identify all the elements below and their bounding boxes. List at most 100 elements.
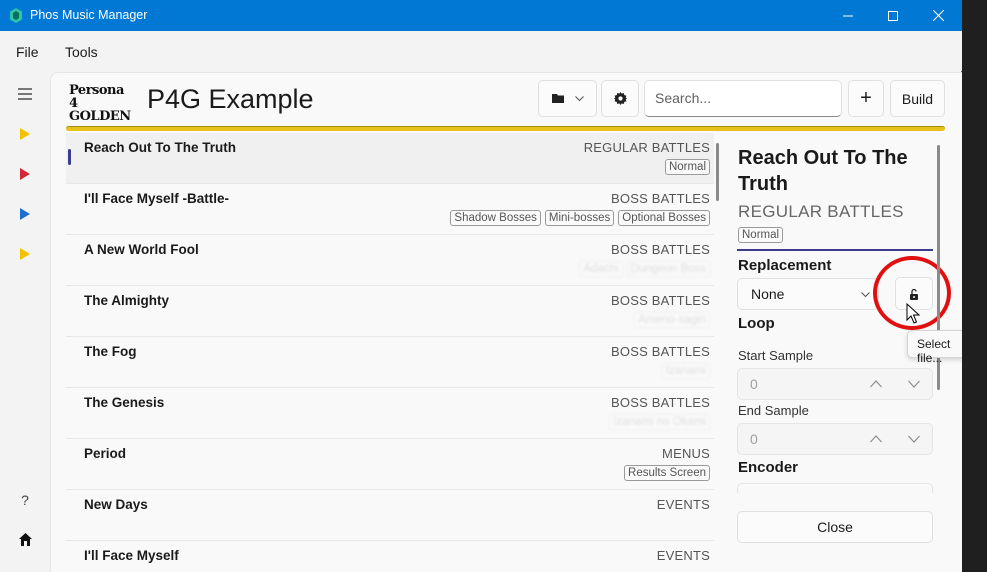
project-title: P4G Example — [147, 84, 314, 114]
replacement-heading: Replacement — [738, 257, 832, 274]
track-name: The Almighty — [84, 293, 170, 308]
menu-file[interactable]: File — [16, 44, 39, 60]
open-folder-button[interactable] — [538, 80, 597, 117]
panel-tag-container: Normal — [738, 225, 784, 243]
track-row[interactable]: A New World Fool BOSS BATTLES Adachi Dungeo… — [66, 235, 714, 286]
track-row[interactable]: The Fog BOSS BATTLES Izanami — [66, 337, 714, 388]
logo-text-top: Persona 4 — [69, 83, 124, 111]
track-tags: Shadow Bosses Mini-bosses Optional Bosses — [450, 210, 710, 226]
end-sample-input[interactable]: 0 — [737, 423, 933, 455]
track-category: BOSS BATTLES — [611, 395, 710, 410]
track-tag: Izanami no Okami — [609, 414, 710, 430]
track-row[interactable]: New Days EVENTS — [66, 490, 714, 541]
folder-icon — [551, 94, 564, 103]
chevron-down-icon — [861, 292, 870, 298]
rail-item-4[interactable] — [12, 241, 38, 267]
encoder-heading: Encoder — [738, 459, 799, 476]
track-list[interactable]: Reach Out To The Truth REGULAR BATTLES Nor… — [66, 133, 714, 572]
track-row[interactable]: The Genesis BOSS BATTLES Izanami no Okami — [66, 388, 714, 439]
logo-text-bottom: GOLDEN — [69, 109, 131, 124]
add-button[interactable]: + — [848, 80, 884, 117]
track-category: BOSS BATTLES — [611, 344, 710, 359]
track-name: I'll Face Myself — [84, 548, 179, 563]
accent-bar — [66, 126, 945, 131]
track-tags: Results Screen — [624, 465, 710, 481]
minimize-icon — [843, 15, 853, 16]
minimize-button[interactable] — [825, 0, 871, 31]
list-scrollbar[interactable] — [716, 143, 719, 201]
track-name: Reach Out To The Truth — [84, 140, 237, 155]
track-name: The Fog — [84, 344, 137, 359]
start-sample-input[interactable]: 0 — [737, 368, 933, 400]
panel-tag: Normal — [738, 227, 784, 243]
track-category: BOSS BATTLES — [611, 242, 710, 257]
menu-icon — [18, 88, 32, 100]
track-tag: Normal — [664, 159, 710, 175]
help-button[interactable]: ? — [12, 487, 38, 513]
chevron-down-icon — [574, 95, 584, 101]
play-yellow-icon — [20, 128, 30, 140]
selection-indicator — [68, 149, 71, 165]
panel-track-title: Reach Out To The Truth — [738, 147, 908, 195]
track-tags: Izanami — [661, 363, 710, 379]
build-button[interactable]: Build — [890, 80, 945, 117]
track-tags: Adachi Dungeon Boss — [579, 261, 710, 277]
menu-tools[interactable]: Tools — [65, 44, 98, 60]
app-window: Phos Music Manager File Tools ? Persona … — [0, 0, 985, 572]
encoder-dropdown[interactable] — [737, 483, 933, 493]
track-row[interactable]: I'll Face Myself -Battle- BOSS BATTLES Sha… — [66, 184, 714, 235]
chevron-down-icon[interactable] — [908, 435, 920, 443]
track-row[interactable]: The Almighty BOSS BATTLES Ameno-sagiri — [66, 286, 714, 337]
track-category: EVENTS — [656, 548, 710, 563]
track-tag: Ameno-sagiri — [634, 312, 710, 328]
end-sample-value: 0 — [750, 431, 758, 447]
track-name: New Days — [84, 497, 148, 512]
settings-button[interactable] — [601, 80, 639, 117]
track-category: BOSS BATTLES — [611, 191, 710, 206]
track-row[interactable]: Reach Out To The Truth REGULAR BATTLES Nor… — [66, 133, 714, 184]
game-logo: Persona 4 GOLDEN — [69, 83, 133, 123]
menu-bar: File Tools — [0, 31, 962, 71]
maximize-button[interactable] — [870, 0, 916, 31]
panel-category: REGULAR BATTLES — [738, 202, 904, 221]
chevron-down-icon[interactable] — [908, 380, 920, 388]
home-button[interactable] — [12, 526, 38, 552]
replacement-value: None — [751, 286, 785, 302]
close-icon — [932, 10, 944, 21]
app-logo-icon — [10, 8, 22, 23]
track-name: A New World Fool — [84, 242, 199, 257]
rail-item-3[interactable] — [12, 201, 38, 227]
rail-item-2[interactable] — [12, 161, 38, 187]
chevron-up-icon[interactable] — [870, 435, 882, 443]
hamburger-button[interactable] — [12, 81, 38, 107]
track-tags: Normal — [664, 159, 710, 175]
replacement-dropdown[interactable]: None — [737, 278, 879, 310]
track-tag: Izanami — [661, 363, 710, 379]
track-row[interactable]: I'll Face Myself EVENTS — [66, 541, 714, 572]
track-tag: Optional Bosses — [618, 210, 710, 226]
close-window-button[interactable] — [915, 0, 961, 31]
start-sample-value: 0 — [750, 376, 758, 392]
start-sample-label: Start Sample — [738, 348, 814, 363]
chevron-up-icon[interactable] — [870, 380, 882, 388]
track-category: EVENTS — [656, 497, 710, 512]
track-category: BOSS BATTLES — [611, 293, 710, 308]
search-input[interactable]: Search... — [644, 80, 842, 117]
panel-divider — [737, 249, 933, 251]
rail-item-1[interactable] — [12, 121, 38, 147]
end-sample-label: End Sample — [738, 403, 809, 418]
track-tag: Results Screen — [624, 465, 710, 481]
track-tag: Adachi — [579, 261, 623, 277]
track-category: MENUS — [662, 446, 710, 461]
left-rail: ? — [0, 71, 50, 572]
track-tag: Dungeon Boss — [626, 261, 710, 277]
close-panel-button[interactable]: Close — [737, 511, 933, 543]
track-row[interactable]: Period MENUS Results Screen — [66, 439, 714, 490]
gear-icon — [613, 92, 627, 105]
title-bar: Phos Music Manager — [0, 0, 962, 31]
help-icon: ? — [21, 492, 29, 508]
track-name: The Genesis — [84, 395, 165, 410]
maximize-icon — [888, 10, 898, 21]
track-name: Period — [84, 446, 127, 461]
track-name: I'll Face Myself -Battle- — [84, 191, 229, 206]
